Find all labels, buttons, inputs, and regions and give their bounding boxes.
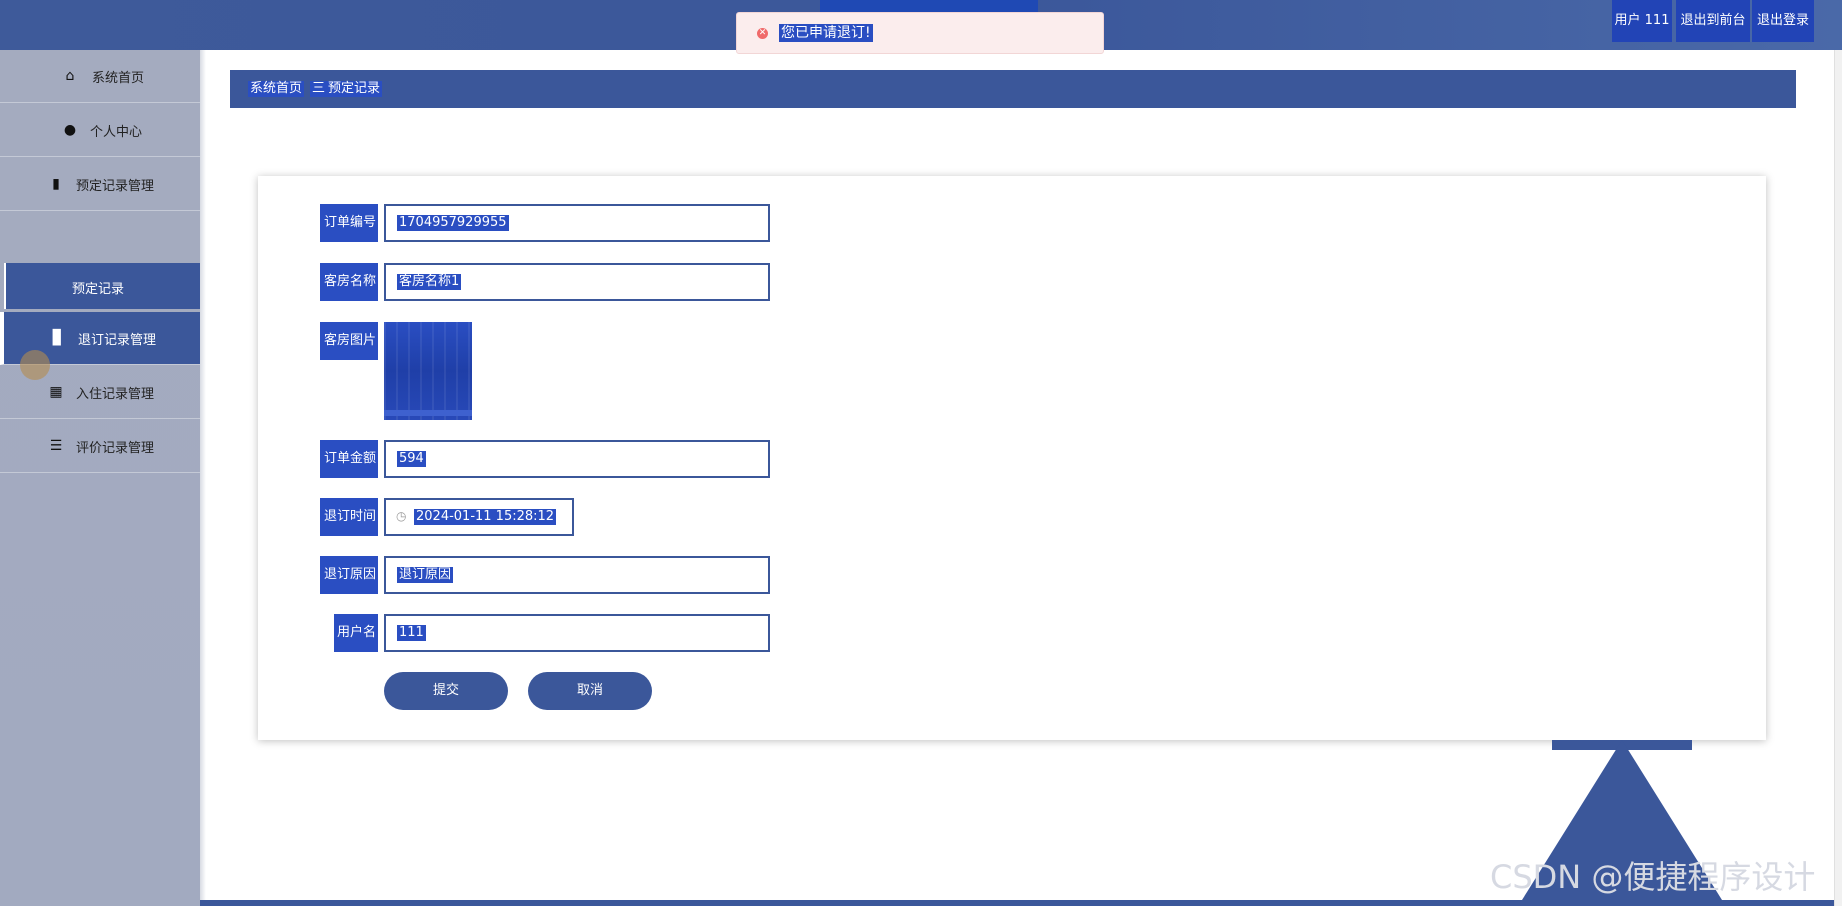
cancel-time-value: 2024-01-11 15:28:12 <box>414 509 557 525</box>
user-menu-button[interactable]: 用户 111 <box>1612 0 1672 42</box>
sidebar-item-label: 评价记录管理 <box>76 441 155 456</box>
cancel-time-picker[interactable]: ◷ 2024-01-11 15:28:12 <box>384 498 574 536</box>
toast-message: 您已申请退订! <box>779 24 873 42</box>
room-name-field[interactable]: 客房名称1 <box>384 263 770 301</box>
watermark-text: CSDN @便捷程序设计 <box>1490 858 1816 896</box>
room-image-label: 客房图片 <box>320 322 378 360</box>
user-icon: ● <box>63 122 77 138</box>
amount-value: 594 <box>397 451 426 467</box>
error-close-icon[interactable]: ✕ <box>757 28 768 39</box>
clock-icon: ◷ <box>396 509 407 523</box>
cancel-reason-value: 退订原因 <box>397 567 454 583</box>
grid-icon: ▦ <box>49 384 63 400</box>
top-accent-bar <box>820 0 1038 12</box>
breadcrumb-separator: 三 <box>310 81 328 97</box>
sidebar-item-label: 入住记录管理 <box>76 387 155 402</box>
breadcrumb-home[interactable]: 系统首页 <box>248 81 305 97</box>
sidebar: ⌂ 系统首页 ● 个人中心 ▮ 预定记录管理 预定记录 ▊ 退订记录管理 ▦ 入… <box>0 50 202 906</box>
order-no-label: 订单编号 <box>320 204 378 242</box>
username-value: 111 <box>397 625 426 641</box>
sidebar-item-home[interactable]: ⌂ 系统首页 <box>0 50 200 103</box>
error-toast: ✕ 您已申请退订! <box>736 12 1104 54</box>
clipboard-icon: ▮ <box>52 176 60 192</box>
order-no-field[interactable]: 1704957929955 <box>384 204 770 242</box>
submit-button[interactable]: 提交 <box>384 672 508 710</box>
sidebar-item-label: 预定记录 <box>72 282 125 297</box>
sidebar-item-label: 预定记录管理 <box>76 179 155 194</box>
bar-chart-icon: ▊ <box>52 330 64 346</box>
logout-button[interactable]: 退出登录 <box>1752 0 1814 42</box>
room-image[interactable] <box>384 322 472 420</box>
username-field[interactable]: 111 <box>384 614 770 652</box>
amount-field[interactable]: 594 <box>384 440 770 478</box>
sidebar-item-label: 退订记录管理 <box>78 333 157 348</box>
room-name-label: 客房名称 <box>320 263 378 301</box>
mouse-cursor-indicator <box>20 350 50 380</box>
sidebar-item-label: 个人中心 <box>90 125 143 140</box>
form-card: 订单编号 1704957929955 客房名称 客房名称1 客房图片 订单金额 … <box>258 176 1766 740</box>
breadcrumb: 系统首页 三 预定记录 <box>230 70 1796 108</box>
sidebar-item-label: 系统首页 <box>92 71 145 86</box>
room-name-value: 客房名称1 <box>397 274 462 290</box>
vertical-scrollbar[interactable] <box>1834 50 1842 906</box>
home-icon: ⌂ <box>65 68 75 84</box>
cancel-reason-label: 退订原因 <box>320 556 378 594</box>
cancel-time-label: 退订时间 <box>320 498 378 536</box>
room-image-band <box>384 410 472 416</box>
amount-label: 订单金额 <box>320 440 378 478</box>
exit-to-front-button[interactable]: 退出到前台 <box>1676 0 1750 42</box>
cancel-button[interactable]: 取消 <box>528 672 652 710</box>
sidebar-shadow <box>200 50 206 906</box>
sidebar-subitem-booking-records[interactable]: 预定记录 <box>4 263 202 309</box>
username-label: 用户名 <box>334 614 378 652</box>
breadcrumb-current: 预定记录 <box>326 81 383 97</box>
order-no-value: 1704957929955 <box>397 215 509 231</box>
sidebar-item-booking-management[interactable]: ▮ 预定记录管理 <box>0 158 200 211</box>
list-icon: ☰ <box>49 438 63 454</box>
sidebar-item-review-management[interactable]: ☰ 评价记录管理 <box>0 420 200 473</box>
bottom-bar <box>200 900 1842 906</box>
cancel-reason-field[interactable]: 退订原因 <box>384 556 770 594</box>
sidebar-item-profile[interactable]: ● 个人中心 <box>0 104 200 157</box>
